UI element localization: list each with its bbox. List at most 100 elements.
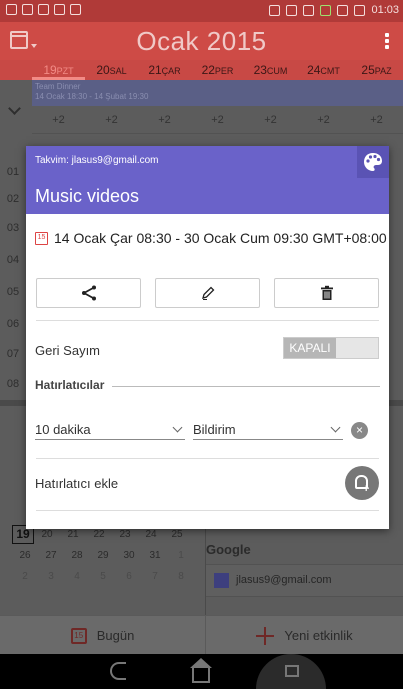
calendar-group-label: Google (206, 542, 251, 557)
signal-icon (337, 4, 349, 16)
navigation-bar (0, 654, 403, 689)
chat-notification-icon (54, 4, 65, 15)
countdown-toggle-state: KAPALI (284, 338, 336, 358)
vibrate-icon (269, 4, 281, 16)
reminder-time-select[interactable]: 10 dakika (35, 422, 185, 440)
plus-icon: + (363, 483, 370, 495)
edit-button[interactable] (155, 278, 260, 308)
hour-label: 08 (6, 378, 20, 390)
back-icon[interactable] (110, 662, 126, 680)
expand-icon[interactable] (8, 102, 21, 115)
mini-calendar-week: 2 3 4 5 6 7 8 (12, 566, 202, 587)
remove-reminder-icon[interactable]: × (351, 422, 368, 439)
more-events[interactable]: +2 (85, 106, 138, 133)
dialog-header: Takvim: jlasus9@gmail.com Music videos (26, 146, 389, 214)
clock: 01:03 (371, 4, 399, 16)
mini-calendar-day[interactable]: 31 (142, 550, 168, 561)
message-notification-icon (22, 4, 33, 15)
divider (36, 458, 379, 459)
mini-calendar-day[interactable]: 23 (112, 529, 138, 540)
calendar-account-item[interactable]: jlasus9@gmail.com (206, 564, 403, 597)
bottom-bar: 15 Bugün Yeni etkinlik (0, 615, 403, 655)
calendar-notification-icon (6, 4, 17, 15)
month-title[interactable]: Ocak 2015 (0, 26, 403, 57)
more-events[interactable]: +2 (32, 106, 85, 133)
mini-calendar-day[interactable]: 24 (138, 529, 164, 540)
event-date-row: 15 14 Ocak Çar 08:30 - 30 Ocak Cum 09:30… (35, 230, 387, 246)
mini-calendar-day[interactable]: 3 (38, 571, 64, 582)
day-header[interactable]: 23CUM (244, 60, 297, 80)
mini-calendar-day[interactable]: 8 (168, 571, 194, 582)
mini-calendar-week: 26 27 28 29 30 31 1 (12, 545, 202, 566)
mini-calendar-day[interactable]: 25 (164, 529, 190, 540)
all-day-event[interactable]: Team Dinner 14 Ocak 18:30 - 14 Şubat 19:… (32, 80, 403, 106)
add-reminder-button[interactable]: + (345, 466, 379, 500)
hour-label: 07 (6, 348, 20, 360)
divider (36, 510, 379, 511)
mini-calendar-day[interactable]: 20 (34, 529, 60, 540)
mini-calendar-day[interactable]: 30 (116, 550, 142, 561)
photo-notification-icon (70, 4, 81, 15)
more-events[interactable]: +2 (297, 106, 350, 133)
hour-label: 06 (6, 318, 20, 330)
share-button[interactable] (36, 278, 141, 308)
countdown-toggle[interactable]: KAPALI (283, 337, 379, 359)
event-actions (36, 278, 379, 308)
add-reminder-label[interactable]: Hatırlatıcı ekle (35, 476, 118, 491)
today-icon: 15 (70, 627, 87, 644)
countdown-label: Geri Sayım (35, 343, 101, 358)
day-header[interactable]: 21ÇAR (138, 60, 191, 80)
mini-calendar-day[interactable]: 1 (168, 550, 194, 561)
mini-calendar-day[interactable]: 21 (60, 529, 86, 540)
day-header[interactable]: 20SAL (85, 60, 138, 80)
color-palette-button[interactable] (357, 146, 389, 178)
mini-calendar-day[interactable]: 26 (12, 550, 38, 561)
event-title: Music videos (35, 186, 140, 206)
notification-icons (6, 4, 81, 15)
mini-calendar-day[interactable]: 6 (116, 571, 142, 582)
hour-label: 03 (6, 222, 20, 234)
more-events-row: +2 +2 +2 +2 +2 +2 +2 (32, 106, 403, 134)
calendar-account-label: jlasus9@gmail.com (236, 574, 332, 586)
divider (36, 320, 379, 321)
event-time: 14 Ocak 18:30 - 14 Şubat 19:30 (35, 92, 149, 101)
reminder-type-select[interactable]: Bildirim (193, 422, 343, 440)
mini-calendar-day[interactable]: 2 (12, 571, 38, 582)
mini-calendar-day[interactable]: 27 (38, 550, 64, 561)
day-header[interactable]: 22PER (191, 60, 244, 80)
more-events[interactable]: +2 (350, 106, 403, 133)
more-events[interactable]: +2 (244, 106, 297, 133)
mini-calendar: 19 20 21 22 23 24 25 26 27 28 29 30 31 1… (12, 524, 202, 587)
day-header[interactable]: 24CMT (297, 60, 350, 80)
event-date-range: 14 Ocak Çar 08:30 - 30 Ocak Cum 09:30 GM… (54, 230, 387, 246)
palette-icon (364, 153, 382, 171)
calendar-account: Takvim: jlasus9@gmail.com (35, 155, 159, 166)
mini-calendar-day[interactable]: 22 (86, 529, 112, 540)
battery-icon (354, 4, 366, 16)
trash-icon (320, 285, 333, 300)
day-header[interactable]: 19PZT (32, 60, 85, 80)
calendar-color-swatch (214, 573, 229, 588)
system-icons: 01:03 (269, 4, 399, 16)
mute-icon (286, 4, 298, 16)
mini-calendar-day[interactable]: 28 (64, 550, 90, 561)
app-bar: Ocak 2015 (0, 22, 403, 60)
new-event-button[interactable]: Yeni etkinlik (206, 616, 403, 655)
today-button[interactable]: 15 Bugün (0, 616, 206, 655)
mini-calendar-day[interactable]: 29 (90, 550, 116, 561)
home-icon[interactable] (190, 658, 212, 683)
mini-calendar-day[interactable]: 7 (142, 571, 168, 582)
image-notification-icon (38, 4, 49, 15)
day-header[interactable]: 25PAZ (350, 60, 403, 80)
recent-apps-icon[interactable] (285, 665, 299, 677)
mini-calendar-day[interactable]: 4 (64, 571, 90, 582)
week-days-header: 19PZT 20SAL 21ÇAR 22PER 23CUM 24CMT 25PA… (0, 60, 403, 80)
hour-label: 01 (6, 166, 20, 178)
hour-label: 04 (6, 254, 20, 266)
more-events[interactable]: +2 (191, 106, 244, 133)
delete-button[interactable] (274, 278, 379, 308)
wifi-icon (303, 4, 315, 16)
more-events[interactable]: +2 (138, 106, 191, 133)
mini-calendar-day[interactable]: 5 (90, 571, 116, 582)
overflow-menu-icon[interactable] (385, 33, 389, 51)
